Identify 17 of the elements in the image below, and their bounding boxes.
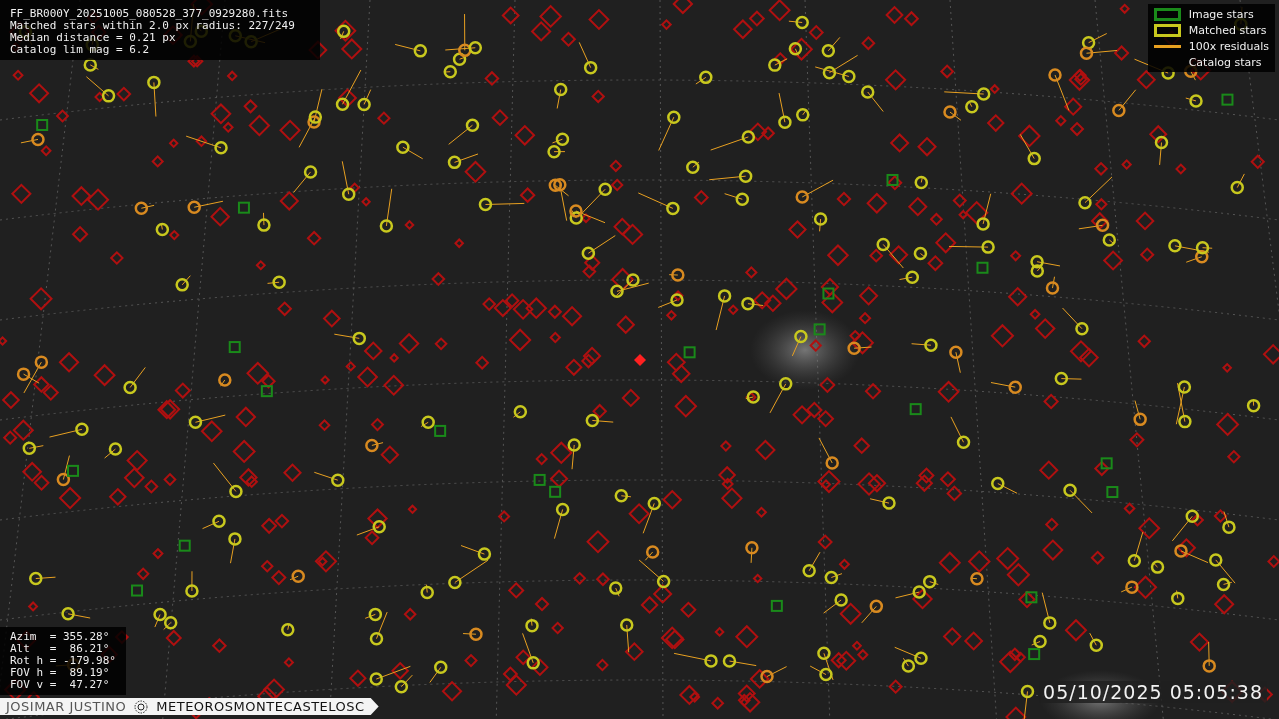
legend-label: Image stars: [1188, 7, 1254, 21]
info-text: Matched stars within 2.0 px radius: 227/249: [10, 20, 296, 32]
pointing-text: Rot h = -179.98°: [10, 655, 116, 667]
station-name: METEOROSMONTECASTELOSC: [156, 699, 365, 714]
pointing-text: FOV h = 89.19°: [10, 667, 111, 679]
info-text: FF_BR000Y_20251005_080528_377_0929280.fits: [10, 8, 290, 20]
legend-label: Catalog stars: [1188, 55, 1262, 69]
legend-label: 100x residuals: [1188, 39, 1269, 53]
pointing-text: FOV v = 47.27°: [10, 679, 111, 691]
info-text: Catalog lim mag = 6.2: [10, 44, 151, 56]
copyright-icon: [134, 699, 149, 714]
legend-label: Matched stars: [1188, 23, 1267, 37]
author-name: JOSIMAR JUSTINO: [6, 699, 127, 714]
info-text: Median distance = 0.21 px: [10, 32, 177, 44]
timestamp: 05/10/2025 05:05:38: [1039, 681, 1267, 703]
pointing-text: Azim = 355.28°: [10, 631, 111, 643]
pointing-text: Alt = 86.21°: [10, 643, 111, 655]
